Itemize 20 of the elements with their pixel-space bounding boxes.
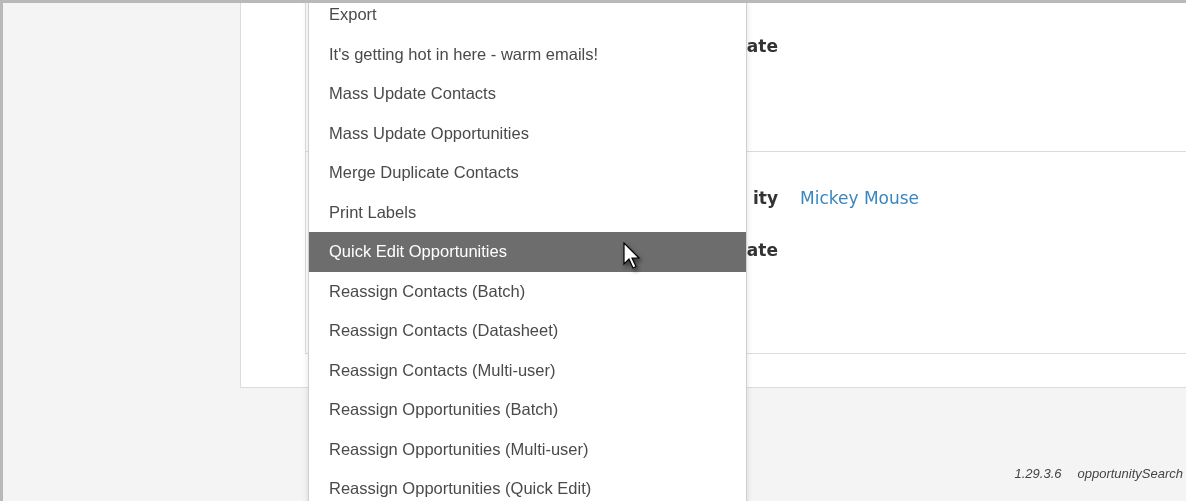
menu-item[interactable]: Mass Update Contacts bbox=[309, 74, 746, 114]
menu-item[interactable]: Merge Duplicate Contacts bbox=[309, 153, 746, 193]
field-label: ate bbox=[746, 239, 778, 262]
field-label: ity bbox=[752, 187, 778, 210]
field-label: ate bbox=[746, 35, 778, 58]
menu-item[interactable]: Reassign Opportunities (Quick Edit) bbox=[309, 469, 746, 501]
menu-item[interactable]: Reassign Contacts (Multi-user) bbox=[309, 350, 746, 390]
menu-item[interactable]: Export bbox=[309, 3, 746, 35]
menu-item[interactable]: It's getting hot in here - warm emails! bbox=[309, 34, 746, 74]
menu-item[interactable]: Reassign Opportunities (Batch) bbox=[309, 390, 746, 430]
contact-link[interactable]: Mickey Mouse bbox=[800, 186, 1186, 210]
menu-item[interactable]: Mass Update Opportunities bbox=[309, 113, 746, 153]
menu-item[interactable]: Quick Edit Opportunities bbox=[309, 232, 746, 272]
menu-item[interactable]: Reassign Contacts (Datasheet) bbox=[309, 311, 746, 351]
page-name: opportunitySearch bbox=[1077, 466, 1183, 481]
menu-item[interactable]: Reassign Opportunities (Multi-user) bbox=[309, 429, 746, 469]
menu-item[interactable]: Print Labels bbox=[309, 192, 746, 232]
menu-item[interactable]: Reassign Contacts (Batch) bbox=[309, 271, 746, 311]
version-text: 1.29.3.6 bbox=[1014, 466, 1062, 481]
cursor-icon bbox=[623, 242, 643, 270]
